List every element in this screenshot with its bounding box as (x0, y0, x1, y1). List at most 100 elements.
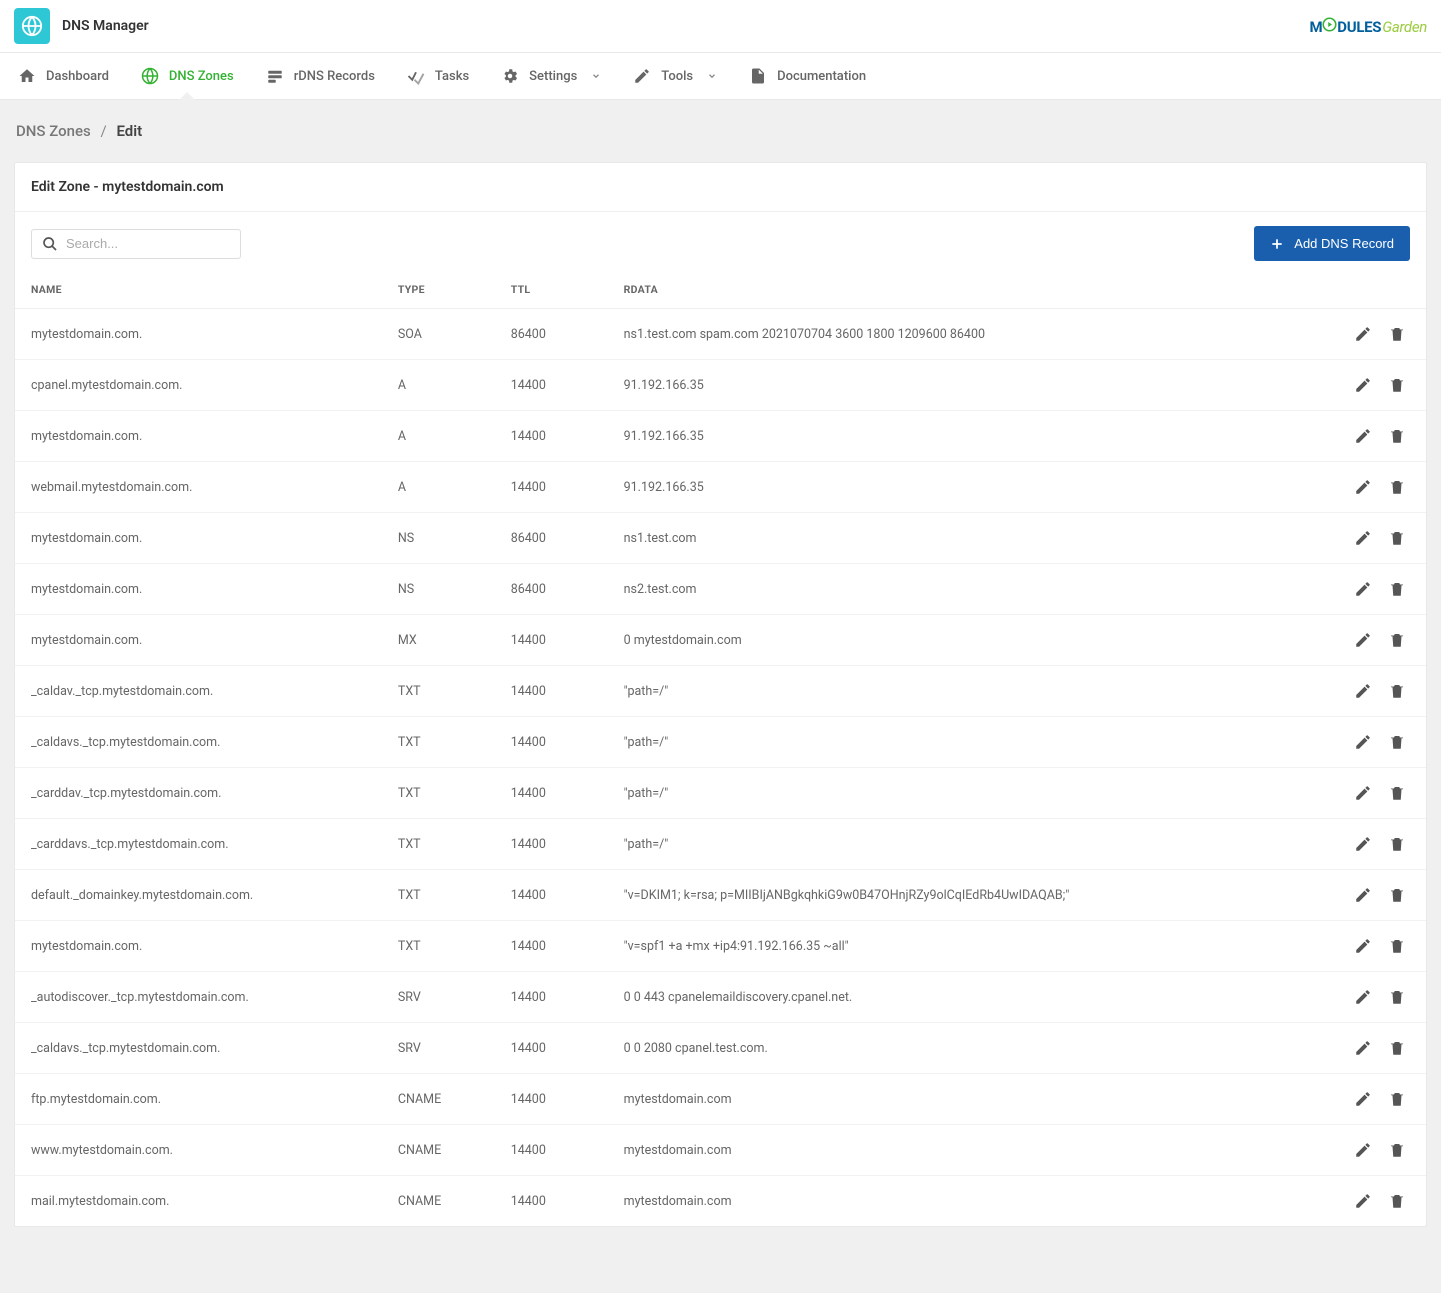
col-header-ttl[interactable]: TTL (495, 271, 608, 309)
nav-rdns-records[interactable]: rDNS Records (262, 53, 379, 99)
delete-record-button[interactable] (1384, 831, 1410, 857)
edit-record-button[interactable] (1350, 831, 1376, 857)
cell-name: mytestdomain.com. (15, 615, 382, 666)
edit-record-button[interactable] (1350, 1086, 1376, 1112)
delete-record-button[interactable] (1384, 525, 1410, 551)
delete-record-button[interactable] (1384, 474, 1410, 500)
edit-record-button[interactable] (1350, 882, 1376, 908)
delete-record-button[interactable] (1384, 678, 1410, 704)
edit-record-button[interactable] (1350, 525, 1376, 551)
cell-rdata: 91.192.166.35 (608, 360, 1257, 411)
trash-icon (1388, 937, 1406, 955)
edit-record-button[interactable] (1350, 984, 1376, 1010)
dns-icon (266, 67, 284, 85)
edit-icon (1354, 376, 1372, 394)
edit-record-button[interactable] (1350, 678, 1376, 704)
delete-record-button[interactable] (1384, 729, 1410, 755)
delete-record-button[interactable] (1384, 984, 1410, 1010)
delete-record-button[interactable] (1384, 423, 1410, 449)
cell-rdata: 91.192.166.35 (608, 411, 1257, 462)
cell-type: CNAME (382, 1125, 495, 1176)
edit-record-button[interactable] (1350, 423, 1376, 449)
cell-actions (1257, 1176, 1426, 1227)
cell-name: mytestdomain.com. (15, 513, 382, 564)
delete-record-button[interactable] (1384, 372, 1410, 398)
edit-record-button[interactable] (1350, 1188, 1376, 1214)
delete-record-button[interactable] (1384, 882, 1410, 908)
delete-record-button[interactable] (1384, 780, 1410, 806)
header-left: DNS Manager (14, 8, 149, 44)
cell-type: CNAME (382, 1074, 495, 1125)
edit-icon (1354, 733, 1372, 751)
add-dns-record-button[interactable]: Add DNS Record (1254, 226, 1410, 261)
table-row: ftp.mytestdomain.com.CNAME14400mytestdom… (15, 1074, 1426, 1125)
nav-documentation[interactable]: Documentation (745, 53, 870, 99)
breadcrumb-root[interactable]: DNS Zones (16, 122, 91, 140)
edit-icon (1354, 988, 1372, 1006)
cell-type: TXT (382, 921, 495, 972)
delete-record-button[interactable] (1384, 1137, 1410, 1163)
cell-actions (1257, 870, 1426, 921)
edit-record-button[interactable] (1350, 474, 1376, 500)
edit-record-button[interactable] (1350, 780, 1376, 806)
cell-type: MX (382, 615, 495, 666)
trash-icon (1388, 478, 1406, 496)
main-nav: Dashboard DNS Zones rDNS Records Tasks S… (0, 53, 1441, 100)
panel-toolbar: Add DNS Record (15, 212, 1426, 271)
search-box[interactable] (31, 229, 241, 259)
breadcrumb-separator: / (101, 122, 107, 140)
edit-icon (1354, 580, 1372, 598)
search-input[interactable] (66, 236, 230, 251)
delete-record-button[interactable] (1384, 1188, 1410, 1214)
edit-record-button[interactable] (1350, 372, 1376, 398)
nav-label: rDNS Records (294, 69, 375, 84)
trash-icon (1388, 325, 1406, 343)
nav-label: Documentation (777, 69, 866, 84)
edit-record-button[interactable] (1350, 321, 1376, 347)
edit-record-button[interactable] (1350, 1137, 1376, 1163)
cell-name: _carddav._tcp.mytestdomain.com. (15, 768, 382, 819)
delete-record-button[interactable] (1384, 1086, 1410, 1112)
nav-tasks[interactable]: Tasks (403, 53, 473, 99)
delete-record-button[interactable] (1384, 576, 1410, 602)
edit-record-button[interactable] (1350, 627, 1376, 653)
cell-rdata: mytestdomain.com (608, 1074, 1257, 1125)
edit-record-button[interactable] (1350, 1035, 1376, 1061)
table-row: cpanel.mytestdomain.com.A1440091.192.166… (15, 360, 1426, 411)
edit-record-button[interactable] (1350, 933, 1376, 959)
col-header-rdata[interactable]: RDATA (608, 271, 1257, 309)
delete-record-button[interactable] (1384, 1035, 1410, 1061)
nav-settings[interactable]: Settings (497, 53, 605, 99)
edit-record-button[interactable] (1350, 729, 1376, 755)
delete-record-button[interactable] (1384, 933, 1410, 959)
cell-type: A (382, 462, 495, 513)
table-row: mytestdomain.com.MX144000 mytestdomain.c… (15, 615, 1426, 666)
panel-title: Edit Zone - mytestdomain.com (15, 163, 1426, 212)
gear-icon (501, 67, 519, 85)
cell-name: cpanel.mytestdomain.com. (15, 360, 382, 411)
delete-record-button[interactable] (1384, 627, 1410, 653)
table-row: _carddavs._tcp.mytestdomain.com.TXT14400… (15, 819, 1426, 870)
edit-record-button[interactable] (1350, 576, 1376, 602)
cell-ttl: 14400 (495, 666, 608, 717)
trash-icon (1388, 580, 1406, 598)
trash-icon (1388, 784, 1406, 802)
cell-name: mytestdomain.com. (15, 564, 382, 615)
col-header-name[interactable]: NAME (15, 271, 382, 309)
col-header-type[interactable]: TYPE (382, 271, 495, 309)
cell-ttl: 14400 (495, 819, 608, 870)
cell-rdata: ns2.test.com (608, 564, 1257, 615)
cell-name: www.mytestdomain.com. (15, 1125, 382, 1176)
nav-dns-zones[interactable]: DNS Zones (137, 53, 238, 99)
delete-record-button[interactable] (1384, 321, 1410, 347)
cell-rdata: ns1.test.com spam.com 2021070704 3600 18… (608, 309, 1257, 360)
cell-type: SRV (382, 1023, 495, 1074)
table-row: mytestdomain.com.A1440091.192.166.35 (15, 411, 1426, 462)
cell-actions (1257, 564, 1426, 615)
nav-tools[interactable]: Tools (629, 53, 721, 99)
cell-name: _caldavs._tcp.mytestdomain.com. (15, 717, 382, 768)
cell-rdata: "v=spf1 +a +mx +ip4:91.192.166.35 ~all" (608, 921, 1257, 972)
nav-dashboard[interactable]: Dashboard (14, 53, 113, 99)
table-row: www.mytestdomain.com.CNAME14400mytestdom… (15, 1125, 1426, 1176)
cell-name: _caldav._tcp.mytestdomain.com. (15, 666, 382, 717)
